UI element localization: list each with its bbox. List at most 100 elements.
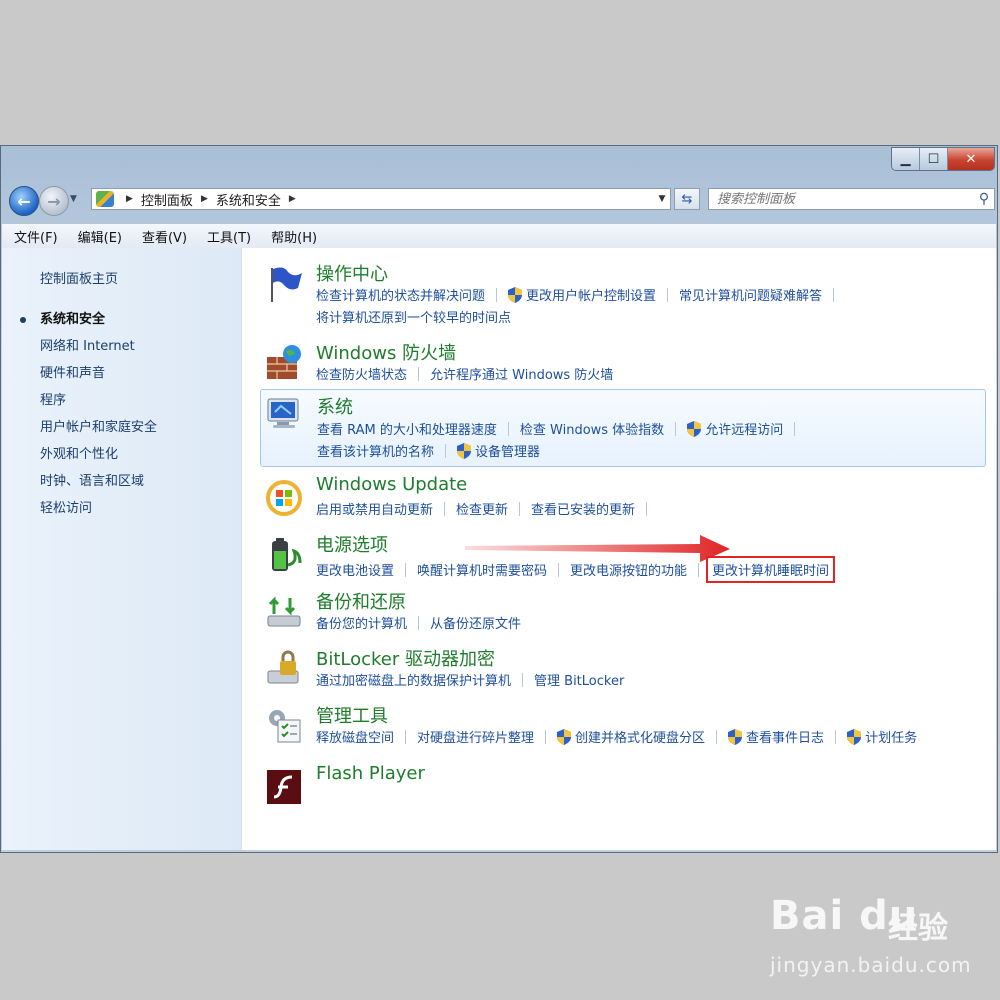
task-link[interactable]: 允许程序通过 Windows 防火墙 [430, 364, 613, 383]
task-link[interactable]: 检查计算机的状态并解决问题 [316, 285, 485, 304]
task-link[interactable]: 允许远程访问 [687, 419, 783, 438]
uac-shield-icon [557, 728, 572, 745]
system-icon[interactable] [265, 394, 305, 434]
link-divider [418, 615, 420, 630]
link-divider [646, 501, 648, 516]
task-links-row: 更改电池设置 唤醒计算机时需要密码 更改电源按钮的功能 更改计算机睡眠时间 [316, 556, 836, 583]
backup-icon[interactable] [264, 592, 304, 632]
action-center-icon[interactable] [264, 264, 304, 304]
task-link[interactable]: 唤醒计算机时需要密码 [417, 560, 547, 579]
minimize-button[interactable]: ▁ [892, 148, 920, 170]
sidebar-item[interactable]: 系统和安全 [2, 306, 242, 333]
title-bar[interactable]: ▁ ☐ ✕ [1, 146, 997, 182]
power-options-icon[interactable] [264, 535, 304, 575]
main-panel: 操作中心检查计算机的状态并解决问题 更改用户帐户控制设置 常见计算机问题疑难解答将计… [242, 248, 996, 850]
task-links-row: 将计算机还原到一个较早的时间点 [316, 307, 511, 326]
task-link[interactable]: 查看已安装的更新 [531, 499, 635, 518]
task-links-row: 释放磁盘空间 对硬盘进行碎片整理 创建并格式化硬盘分区 查看事件日志 计划任务 [316, 727, 917, 746]
sidebar-item[interactable]: 时钟、语言和区域 [2, 468, 242, 495]
task-link-label: 检查计算机的状态并解决问题 [316, 289, 486, 304]
task-link[interactable]: 计划任务 [847, 727, 917, 746]
category-title[interactable]: 管理工具 [316, 702, 388, 728]
task-link[interactable]: 释放磁盘空间 [316, 727, 394, 746]
category-title[interactable]: 电源选项 [316, 531, 388, 557]
search-input[interactable] [709, 190, 974, 208]
sidebar-item[interactable]: 用户帐户和家庭安全 [2, 414, 242, 441]
task-link[interactable]: 更改电池设置 [316, 560, 394, 579]
breadcrumb-system-and-security[interactable]: 系统和安全 [216, 190, 281, 209]
category-flash-player: Flash Player [260, 763, 986, 804]
breadcrumb-control-panel[interactable]: 控制面板 [141, 190, 193, 209]
task-link-label: 检查 Windows 体验指数 [519, 423, 665, 438]
bitlocker-icon[interactable] [264, 649, 304, 689]
category-title[interactable]: 操作中心 [316, 260, 388, 286]
category-title[interactable]: 系统 [317, 393, 353, 419]
uac-shield-icon [687, 420, 702, 437]
task-link[interactable]: 管理 BitLocker [534, 670, 624, 689]
admin-tools-icon[interactable] [264, 706, 304, 746]
breadcrumb-chevron-right-icon[interactable]: ▶ [126, 194, 133, 204]
category-title[interactable]: 备份和还原 [316, 588, 406, 614]
menu-bar: 文件(F) 编辑(E) 查看(V) 工具(T) 帮助(H) [2, 223, 996, 249]
category-title[interactable]: Flash Player [316, 763, 425, 784]
task-link[interactable]: 常见计算机问题疑难解答 [679, 285, 822, 304]
task-link[interactable]: 对硬盘进行碎片整理 [417, 727, 534, 746]
link-divider [507, 421, 509, 436]
close-button[interactable]: ✕ [948, 148, 994, 170]
task-link[interactable]: 从备份还原文件 [430, 613, 521, 632]
sidebar-item[interactable]: 程序 [2, 387, 242, 414]
task-link[interactable]: 查看 RAM 的大小和处理器速度 [317, 419, 497, 438]
category-title[interactable]: Windows 防火墙 [316, 339, 456, 365]
address-bar[interactable]: ▶ 控制面板 ▶ 系统和安全 ▶ ▼ [91, 188, 671, 210]
task-link[interactable]: 将计算机还原到一个较早的时间点 [316, 307, 511, 326]
menu-view[interactable]: 查看(V) [130, 227, 195, 246]
task-link[interactable]: 检查防火墙状态 [316, 364, 407, 383]
sidebar-item[interactable]: 硬件和声音 [2, 360, 242, 387]
menu-file[interactable]: 文件(F) [2, 227, 66, 246]
sidebar-home-link[interactable]: 控制面板主页 [40, 268, 118, 287]
sidebar-item[interactable]: 轻松访问 [2, 495, 242, 522]
task-link[interactable]: 设备管理器 [457, 441, 540, 460]
task-link[interactable]: 备份您的计算机 [316, 613, 407, 632]
menu-tools[interactable]: 工具(T) [195, 227, 259, 246]
task-link[interactable]: 检查 Windows 体验指数 [520, 419, 664, 438]
task-link[interactable]: 查看该计算机的名称 [317, 441, 434, 460]
task-link-label: 查看事件日志 [746, 731, 825, 746]
link-divider [545, 729, 547, 744]
category-title[interactable]: BitLocker 驱动器加密 [316, 645, 495, 671]
search-box[interactable]: ⚲ [708, 188, 995, 210]
task-link[interactable]: 通过加密磁盘上的数据保护计算机 [316, 670, 511, 689]
task-link-label: 唤醒计算机时需要密码 [417, 564, 548, 579]
task-link[interactable]: 启用或禁用自动更新 [316, 499, 433, 518]
menu-help[interactable]: 帮助(H) [259, 227, 325, 246]
category-firewall: Windows 防火墙 检查防火墙状态 允许程序通过 Windows 防火墙 [260, 339, 986, 385]
firewall-icon[interactable] [264, 343, 304, 383]
link-divider [405, 729, 407, 744]
link-divider [519, 501, 521, 516]
category-title[interactable]: Windows Update [316, 474, 467, 495]
refresh-button[interactable]: ⇆ [674, 188, 700, 210]
task-link-label: 创建并格式化硬盘分区 [575, 731, 706, 746]
sidebar-item[interactable]: 网络和 Internet [2, 333, 242, 360]
recent-pages-chevron-down-icon[interactable]: ▼ [70, 194, 77, 204]
maximize-button[interactable]: ☐ [920, 148, 948, 170]
address-history-chevron-down-icon[interactable]: ▼ [654, 194, 670, 204]
windows-update-icon[interactable] [264, 478, 304, 518]
menu-edit[interactable]: 编辑(E) [66, 227, 130, 246]
back-button[interactable]: ← [9, 186, 39, 216]
breadcrumb-chevron-right-icon[interactable]: ▶ [289, 194, 296, 204]
link-divider [405, 562, 407, 577]
search-icon[interactable]: ⚲ [974, 191, 994, 207]
task-link[interactable]: 创建并格式化硬盘分区 [557, 727, 705, 746]
task-link[interactable]: 更改计算机睡眠时间 [706, 556, 836, 583]
category-backup: 备份和还原 备份您的计算机 从备份还原文件 [260, 588, 986, 634]
task-link[interactable]: 更改电源按钮的功能 [570, 560, 687, 579]
sidebar-item[interactable]: 外观和个性化 [2, 441, 242, 468]
task-link[interactable]: 查看事件日志 [728, 727, 824, 746]
forward-button[interactable]: → [39, 186, 69, 216]
flash-player-icon[interactable] [264, 767, 304, 807]
task-link[interactable]: 检查更新 [456, 499, 508, 518]
task-link-label: 查看 RAM 的大小和处理器速度 [317, 423, 497, 438]
breadcrumb-chevron-right-icon[interactable]: ▶ [201, 194, 208, 204]
task-link[interactable]: 更改用户帐户控制设置 [508, 285, 656, 304]
